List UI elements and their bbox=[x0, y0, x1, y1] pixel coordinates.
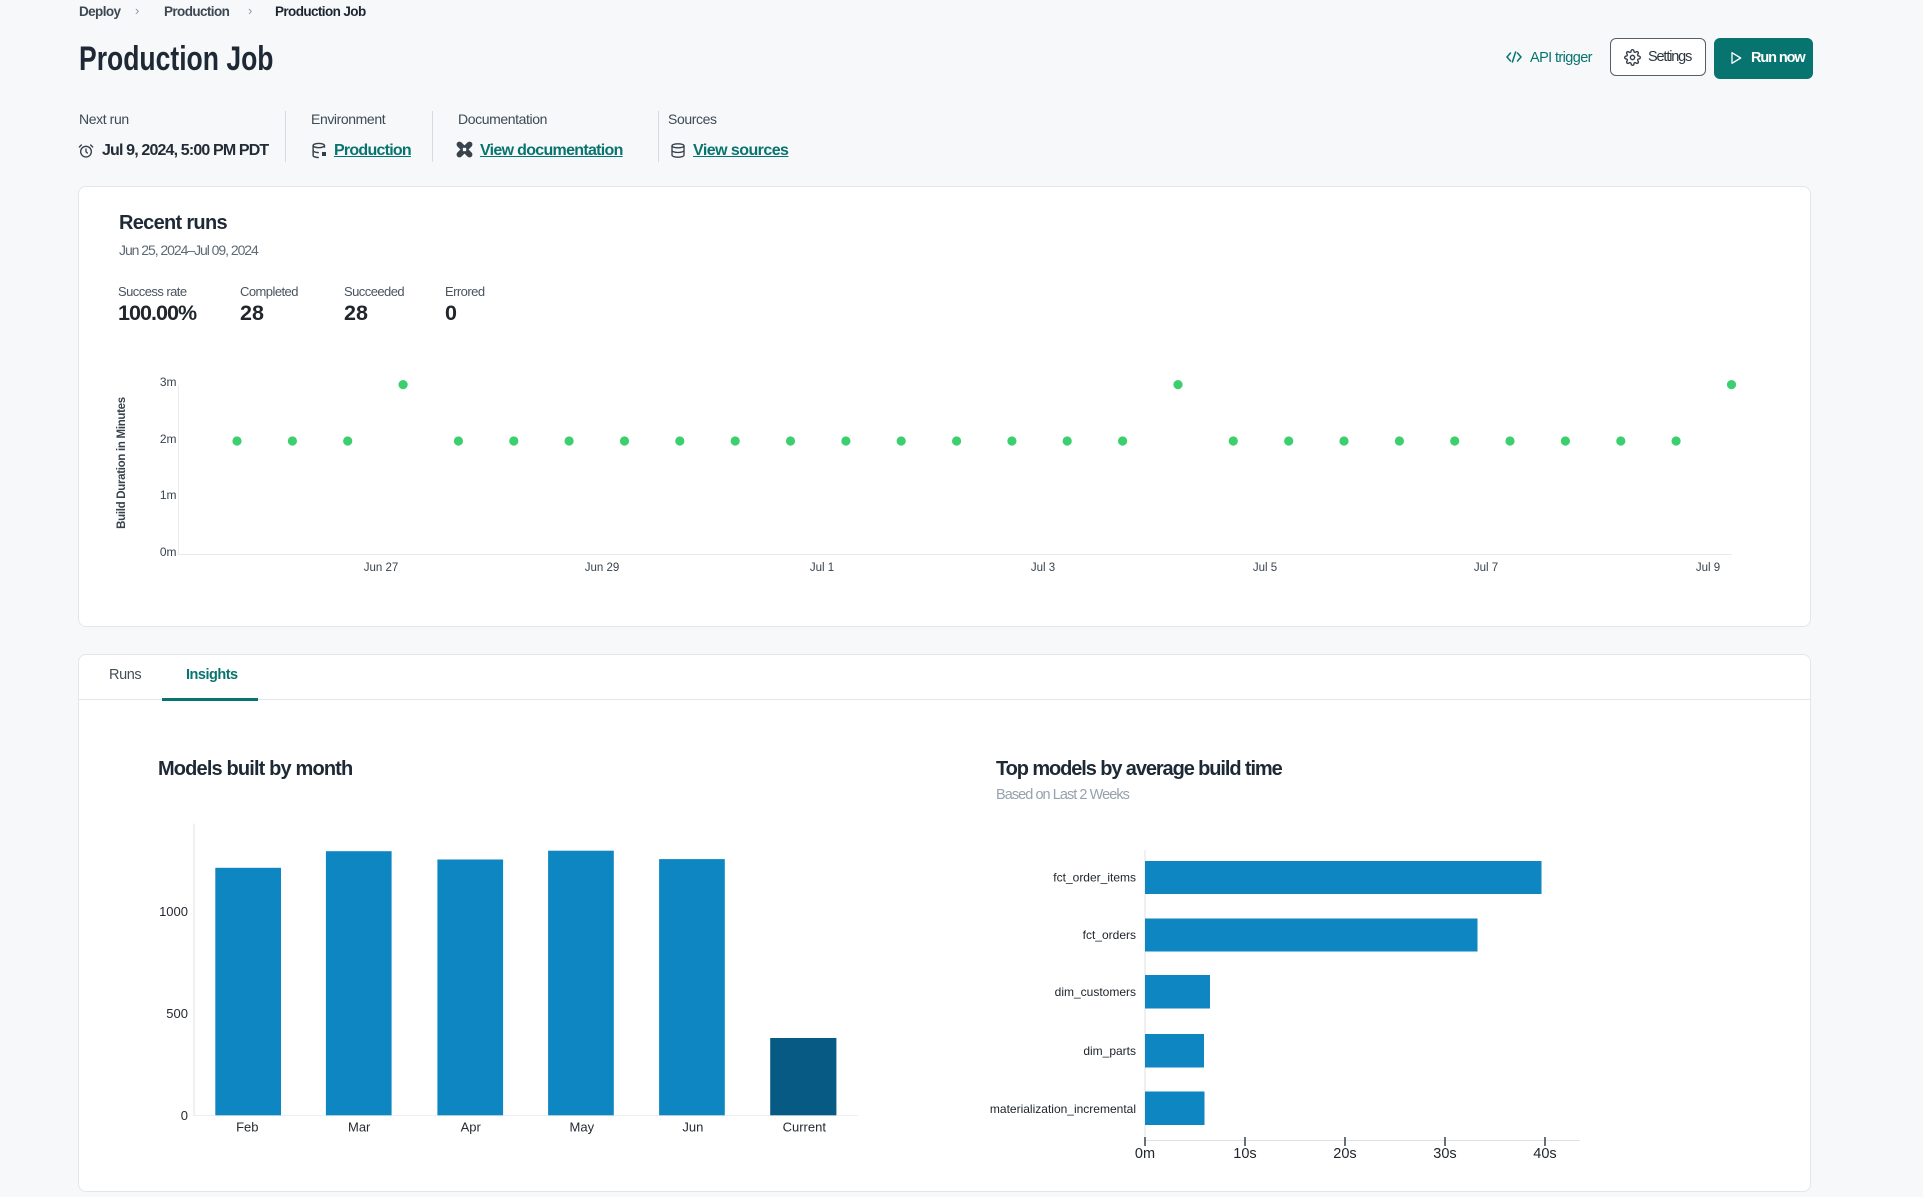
svg-text:Jul 9: Jul 9 bbox=[1696, 562, 1720, 574]
svg-text:Apr: Apr bbox=[461, 1120, 482, 1135]
svg-text:May: May bbox=[570, 1120, 595, 1135]
svg-text:Current: Current bbox=[783, 1120, 827, 1135]
svg-text:0m: 0m bbox=[160, 545, 177, 559]
svg-text:Jul 5: Jul 5 bbox=[1253, 562, 1277, 574]
svg-text:30s: 30s bbox=[1433, 1146, 1456, 1162]
svg-text:Jun 27: Jun 27 bbox=[364, 562, 399, 574]
svg-text:40s: 40s bbox=[1533, 1146, 1556, 1162]
svg-text:Jul 1: Jul 1 bbox=[810, 562, 834, 574]
svg-text:dim_customers: dim_customers bbox=[1055, 985, 1136, 999]
svg-text:Jul 3: Jul 3 bbox=[1031, 562, 1055, 574]
svg-text:Jul 7: Jul 7 bbox=[1474, 562, 1498, 574]
svg-text:0m: 0m bbox=[1135, 1146, 1155, 1162]
svg-text:3m: 3m bbox=[160, 375, 177, 389]
svg-text:dim_parts: dim_parts bbox=[1083, 1044, 1136, 1058]
svg-text:1000: 1000 bbox=[159, 904, 188, 919]
svg-text:0: 0 bbox=[181, 1108, 188, 1123]
svg-text:20s: 20s bbox=[1333, 1146, 1356, 1162]
svg-text:1m: 1m bbox=[160, 488, 177, 502]
svg-text:Jun 29: Jun 29 bbox=[585, 562, 620, 574]
svg-text:500: 500 bbox=[166, 1006, 188, 1021]
svg-text:fct_orders: fct_orders bbox=[1083, 928, 1136, 942]
svg-text:10s: 10s bbox=[1233, 1146, 1256, 1162]
svg-text:materialization_incremental: materialization_incremental bbox=[990, 1102, 1136, 1116]
svg-text:fct_order_items: fct_order_items bbox=[1053, 871, 1136, 885]
svg-text:Feb: Feb bbox=[236, 1120, 258, 1135]
svg-text:2m: 2m bbox=[160, 432, 177, 446]
svg-text:Jun: Jun bbox=[682, 1120, 703, 1135]
svg-text:Mar: Mar bbox=[348, 1120, 371, 1135]
